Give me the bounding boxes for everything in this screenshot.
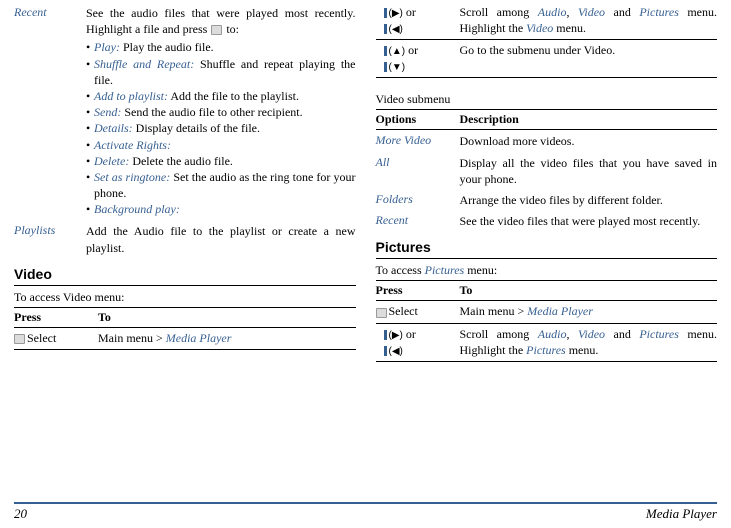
bullet-list: •Play: Play the audio file. •Shuffle and…	[86, 39, 356, 217]
recent-row: Recent See the audio files that were pla…	[14, 5, 356, 217]
pictures-select-row: Select Main menu > Media Player	[376, 304, 718, 320]
playlists-desc: Add the Audio file to the playlist or cr…	[86, 223, 356, 255]
nav-up-down: (▲) or(▼) Go to the submenu under Video.	[376, 43, 718, 74]
pictures-press-header: Press To	[376, 283, 718, 298]
playlists-label: Playlists	[14, 223, 86, 255]
pictures-nav-row: (▶) or(◀) Scroll among Audio, Video and …	[376, 327, 718, 358]
key-icon	[211, 25, 222, 35]
pictures-subhead: To access Pictures menu:	[376, 263, 718, 278]
recent-desc-post: to:	[226, 22, 239, 36]
page-number: 20	[14, 506, 27, 522]
right-column: (▶) or(◀) Scroll among Audio, Video and …	[376, 5, 718, 485]
video-subhead: To access Video menu:	[14, 290, 356, 305]
playlists-row: Playlists Add the Audio file to the play…	[14, 223, 356, 255]
left-column: Recent See the audio files that were pla…	[14, 5, 356, 485]
select-key-icon	[376, 308, 387, 318]
select-row: Select Main menu > Media Player	[14, 331, 356, 347]
video-title: Video	[14, 266, 356, 282]
video-submenu-title: Video submenu	[376, 92, 718, 107]
options-header: Options Description	[376, 112, 718, 127]
nav-left-right: (▶) or(◀) Scroll among Audio, Video and …	[376, 5, 718, 36]
select-key-icon	[14, 334, 25, 344]
recent-label: Recent	[14, 5, 86, 217]
pictures-title: Pictures	[376, 239, 718, 255]
footer: 20 Media Player	[14, 502, 717, 522]
recent-desc: See the audio files that were played mos…	[86, 5, 356, 217]
press-header: Press To	[14, 310, 356, 325]
chapter-name: Media Player	[646, 506, 717, 522]
